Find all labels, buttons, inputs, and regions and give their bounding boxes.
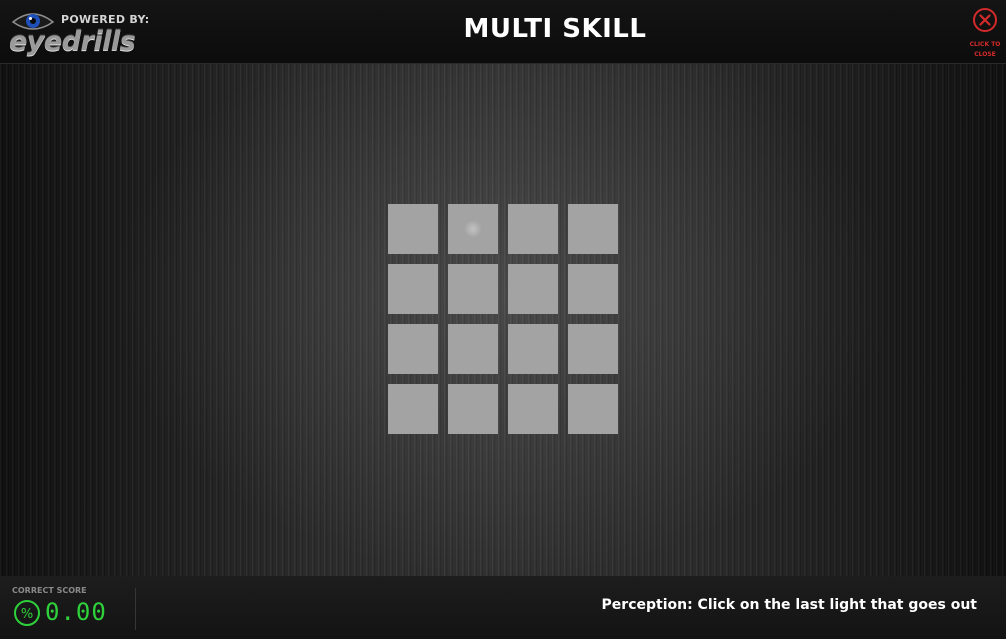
- game-window: POWERED BY: eyedrills MULTI SKILL CLICK …: [0, 0, 1006, 639]
- grid-cell-4-1[interactable]: [388, 384, 438, 434]
- grid-cell-3-2[interactable]: [448, 324, 498, 374]
- grid-cell-2-3[interactable]: [508, 264, 558, 314]
- grid-cell-1-4[interactable]: [568, 204, 618, 254]
- grid-cell-2-4[interactable]: [568, 264, 618, 314]
- grid-cell-3-4[interactable]: [568, 324, 618, 374]
- light-dot: [464, 220, 482, 238]
- powered-by-text: POWERED BY:: [61, 13, 150, 26]
- close-icon[interactable]: [972, 7, 998, 33]
- header-bar: POWERED BY: eyedrills MULTI SKILL CLICK …: [0, 0, 1006, 64]
- brand-logo-text: eyedrills: [9, 26, 136, 57]
- grid-cell-1-2[interactable]: [448, 204, 498, 254]
- game-title: MULTI SKILL: [463, 14, 647, 44]
- grid-cell-4-2[interactable]: [448, 384, 498, 434]
- grid-cell-3-1[interactable]: [388, 324, 438, 374]
- close-button-label: CLICK TO CLOSE: [969, 41, 1001, 58]
- grid-cell-2-1[interactable]: [388, 264, 438, 314]
- percent-symbol: %: [21, 607, 33, 622]
- instruction-text: Perception: Click on the last light that…: [601, 597, 977, 613]
- grid-cell-3-3[interactable]: [508, 324, 558, 374]
- play-area: [0, 64, 1006, 576]
- score-value: 0.00: [45, 598, 107, 626]
- grid-cell-4-3[interactable]: [508, 384, 558, 434]
- grid-cell-1-1[interactable]: [388, 204, 438, 254]
- eyedrills-logo: POWERED BY: eyedrills: [9, 6, 149, 58]
- grid-cell-2-2[interactable]: [448, 264, 498, 314]
- light-grid: [388, 204, 618, 434]
- footer-divider: [135, 588, 136, 630]
- footer-bar: CORRECT SCORE % 0.00 Perception: Click o…: [0, 576, 1006, 639]
- close-button[interactable]: CLICK TO CLOSE: [963, 6, 1006, 60]
- score-label: CORRECT SCORE: [12, 586, 87, 595]
- grid-cell-4-4[interactable]: [568, 384, 618, 434]
- percent-icon: %: [14, 600, 40, 626]
- grid-cell-1-3[interactable]: [508, 204, 558, 254]
